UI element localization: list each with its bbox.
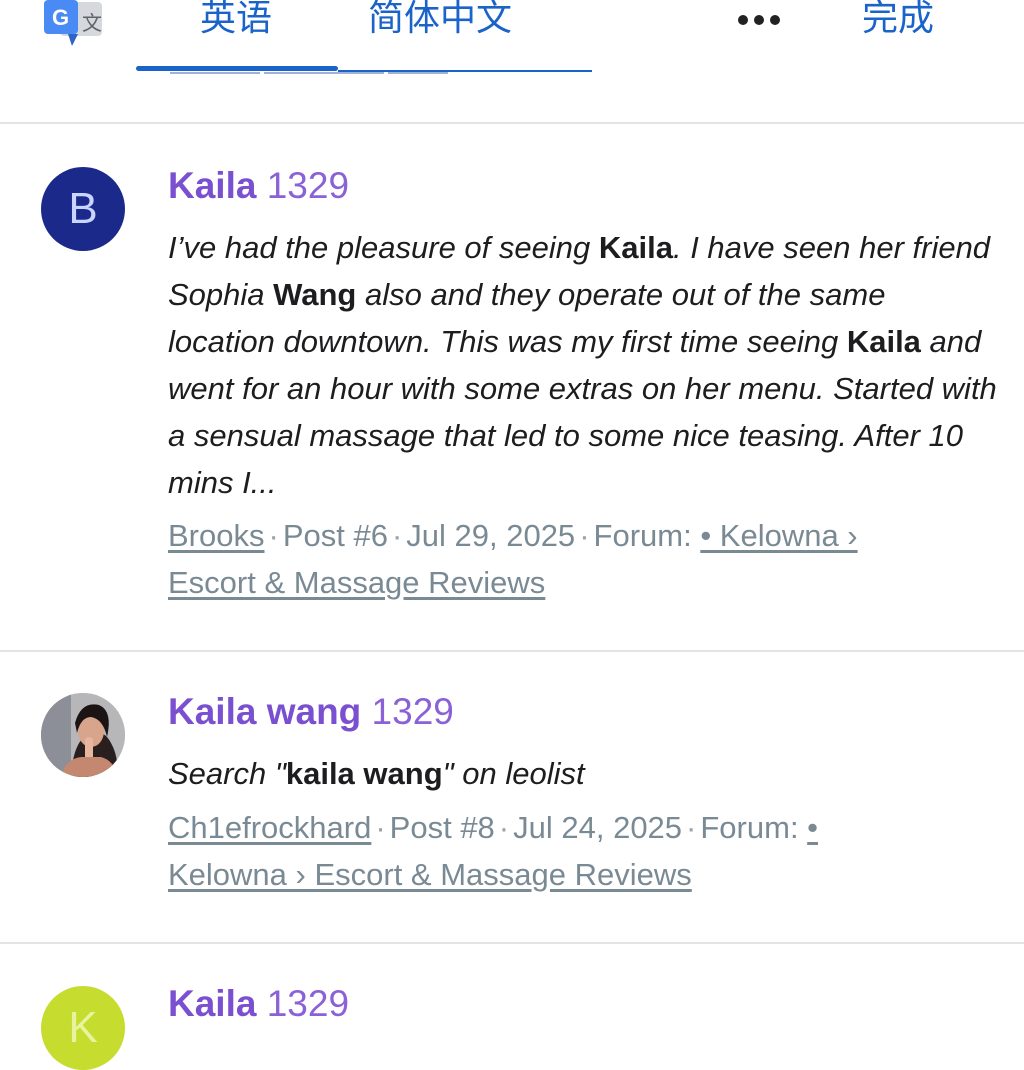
meta-separator: · bbox=[686, 810, 697, 845]
tab-ghost-text bbox=[170, 72, 590, 76]
post-number: Post #8 bbox=[389, 810, 495, 845]
snippet-highlight: kaila wang bbox=[285, 756, 443, 791]
meta-separator: · bbox=[375, 810, 386, 845]
result-title-rest: 1329 bbox=[256, 165, 350, 206]
avatar[interactable]: K bbox=[41, 986, 125, 1070]
meta-separator: · bbox=[268, 518, 279, 553]
forum-link[interactable]: Escort & Massage Reviews bbox=[168, 565, 545, 600]
result-title[interactable]: Kaila wang 1329 bbox=[168, 690, 454, 734]
search-result[interactable]: B Kaila 1329 I’ve had the pleasure of se… bbox=[0, 124, 1024, 652]
search-result[interactable]: K Kaila 1329 bbox=[0, 944, 1024, 1070]
meta-separator: · bbox=[391, 518, 403, 553]
user-photo-avatar bbox=[41, 693, 125, 777]
result-title-name: Kaila bbox=[168, 983, 257, 1024]
author-link[interactable]: Brooks bbox=[168, 518, 264, 553]
svg-text:文: 文 bbox=[82, 11, 102, 35]
snippet-text: Search " bbox=[168, 756, 286, 791]
meta-separator: · bbox=[579, 518, 590, 553]
svg-text:G: G bbox=[52, 5, 69, 30]
post-number: Post #6 bbox=[282, 518, 388, 553]
post-date: Jul 24, 2025 bbox=[513, 810, 683, 845]
result-title-name: Kaila bbox=[168, 165, 257, 206]
snippet-text: I’ve had the pleasure of seeing bbox=[168, 230, 599, 265]
result-title-rest: 1329 bbox=[361, 691, 454, 732]
avatar-letter: K bbox=[68, 1003, 98, 1052]
meta-separator: · bbox=[498, 810, 510, 845]
avatar[interactable]: B bbox=[41, 167, 125, 251]
tab-target-language[interactable]: 简体中文 bbox=[368, 0, 512, 40]
search-result[interactable]: Kaila wang 1329 Search "kaila wang" on l… bbox=[0, 652, 1024, 944]
more-horizontal-icon[interactable] bbox=[737, 14, 781, 26]
forum-label: Forum: bbox=[700, 810, 808, 845]
result-title[interactable]: Kaila 1329 bbox=[168, 164, 349, 208]
avatar-letter: B bbox=[68, 184, 98, 233]
result-meta: Brooks · Post #6 · Jul 29, 2025 · Forum: • Kel… bbox=[168, 512, 968, 606]
result-meta: Ch1efrockhard · Post #8 · Jul 24, 2025 · Forum… bbox=[168, 804, 968, 898]
avatar[interactable] bbox=[41, 693, 125, 777]
post-date: Jul 29, 2025 bbox=[406, 518, 576, 553]
tab-active-indicator bbox=[136, 66, 338, 71]
author-link[interactable]: Ch1efrockhard bbox=[168, 810, 371, 845]
snippet-highlight: Wang bbox=[273, 277, 357, 312]
tab-track bbox=[338, 70, 592, 72]
result-title-name: Kaila wang bbox=[168, 691, 362, 732]
forum-label: Forum: bbox=[593, 518, 701, 553]
translate-bar: 文 G 英语 简体中文 完成 bbox=[0, 0, 1024, 124]
snippet-text: " on leolist bbox=[442, 756, 585, 791]
result-snippet: Search "kaila wang" on leolist bbox=[168, 750, 998, 797]
result-title[interactable]: Kaila 1329 bbox=[168, 982, 349, 1026]
forum-link[interactable]: • bbox=[807, 810, 818, 845]
snippet-highlight: Kaila bbox=[846, 324, 921, 359]
snippet-highlight: Kaila bbox=[598, 230, 673, 265]
forum-link[interactable]: • Kelowna › bbox=[700, 518, 857, 553]
google-translate-icon[interactable]: 文 G bbox=[44, 0, 104, 48]
result-snippet: I’ve had the pleasure of seeing Kaila. I… bbox=[168, 224, 998, 506]
tab-source-language[interactable]: 英语 bbox=[200, 0, 272, 40]
done-button[interactable]: 完成 bbox=[862, 0, 934, 38]
result-title-rest: 1329 bbox=[256, 983, 350, 1024]
forum-link[interactable]: Kelowna › Escort & Massage Reviews bbox=[168, 857, 692, 892]
